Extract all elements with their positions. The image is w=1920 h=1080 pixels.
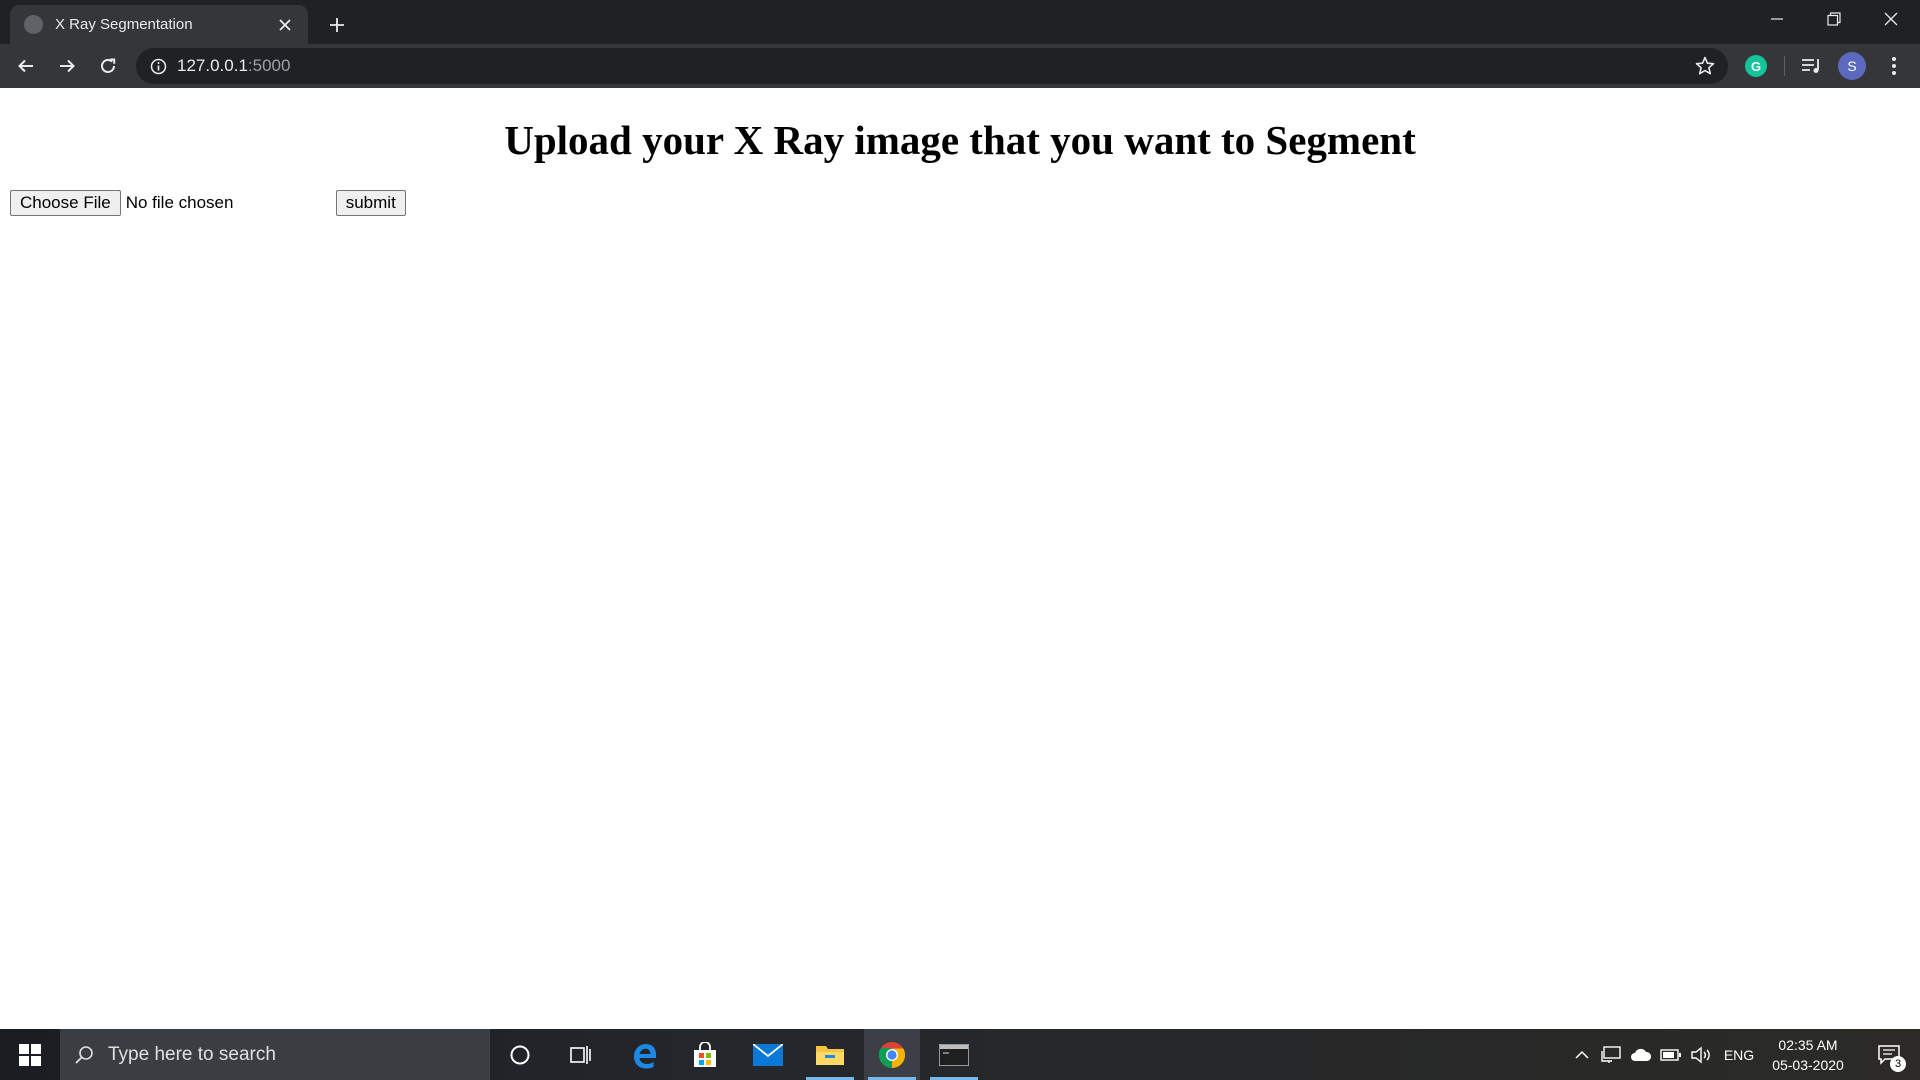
clock-time: 02:35 AM <box>1778 1037 1838 1053</box>
new-tab-button[interactable] <box>322 10 352 40</box>
clock-date: 05-03-2020 <box>1772 1057 1844 1073</box>
close-window-button[interactable] <box>1863 0 1919 38</box>
notification-count-badge: 3 <box>1890 1056 1906 1072</box>
browser-tabstrip: X Ray Segmentation <box>0 0 1920 44</box>
address-bar[interactable]: 127.0.0.1:5000 <box>136 48 1728 84</box>
terminal-icon[interactable] <box>926 1029 982 1080</box>
search-icon <box>74 1045 94 1065</box>
search-placeholder: Type here to search <box>108 1043 276 1065</box>
media-control-icon[interactable] <box>1798 52 1826 80</box>
globe-icon <box>24 15 43 34</box>
tab-title: X Ray Segmentation <box>55 16 193 33</box>
file-status-text: No file chosen <box>125 193 234 212</box>
network-icon[interactable] <box>1598 1029 1624 1080</box>
mail-icon[interactable] <box>740 1029 796 1080</box>
choose-file-button[interactable]: Choose File <box>10 190 121 216</box>
profile-button[interactable]: S <box>1838 52 1866 80</box>
grammarly-badge: G <box>1745 55 1767 77</box>
restore-button[interactable] <box>1806 0 1862 38</box>
info-icon[interactable] <box>150 58 167 75</box>
bookmark-star-icon[interactable] <box>1694 55 1716 77</box>
battery-icon[interactable] <box>1658 1029 1684 1080</box>
start-button[interactable] <box>0 1029 60 1080</box>
cortana-icon[interactable] <box>492 1029 548 1080</box>
web-page: Upload your X Ray image that you want to… <box>0 88 1920 1029</box>
page-title: Upload your X Ray image that you want to… <box>504 117 1416 163</box>
upload-form: Choose File No file chosen submit <box>10 190 406 216</box>
action-center-button[interactable]: 3 <box>1864 1029 1914 1080</box>
windows-taskbar: Type here to search ENG 02:35 AM 05-03-2… <box>0 1029 1920 1080</box>
forward-button[interactable] <box>51 50 83 82</box>
windows-logo-icon <box>19 1043 41 1066</box>
submit-button[interactable]: submit <box>335 190 406 216</box>
menu-kebab-icon[interactable] <box>1880 52 1908 80</box>
chrome-icon[interactable] <box>864 1029 920 1080</box>
store-icon[interactable] <box>677 1029 733 1080</box>
toolbar-divider <box>1784 56 1785 76</box>
close-tab-icon[interactable] <box>274 14 296 36</box>
volume-icon[interactable] <box>1688 1029 1714 1080</box>
back-button[interactable] <box>10 50 42 82</box>
browser-toolbar: 127.0.0.1:5000 G S <box>0 44 1920 88</box>
avatar: S <box>1838 52 1866 80</box>
task-view-icon[interactable] <box>553 1029 609 1080</box>
onedrive-cloud-icon[interactable] <box>1628 1029 1654 1080</box>
file-explorer-icon[interactable] <box>802 1029 858 1080</box>
edge-icon[interactable] <box>616 1029 672 1080</box>
language-indicator[interactable]: ENG <box>1720 1029 1758 1080</box>
taskbar-search-box[interactable]: Type here to search <box>60 1029 490 1080</box>
grammarly-extension-icon[interactable]: G <box>1742 52 1770 80</box>
language-label: ENG <box>1723 1046 1755 1063</box>
show-hidden-icons-chevron-icon[interactable] <box>1570 1029 1594 1080</box>
url-port: :5000 <box>247 56 291 75</box>
url-host: 127.0.0.1 <box>177 56 248 75</box>
reload-button[interactable] <box>92 50 124 82</box>
minimize-button[interactable] <box>1749 0 1805 38</box>
taskbar-clock[interactable]: 02:35 AM 05-03-2020 <box>1764 1035 1852 1075</box>
browser-tab[interactable]: X Ray Segmentation <box>10 5 308 44</box>
